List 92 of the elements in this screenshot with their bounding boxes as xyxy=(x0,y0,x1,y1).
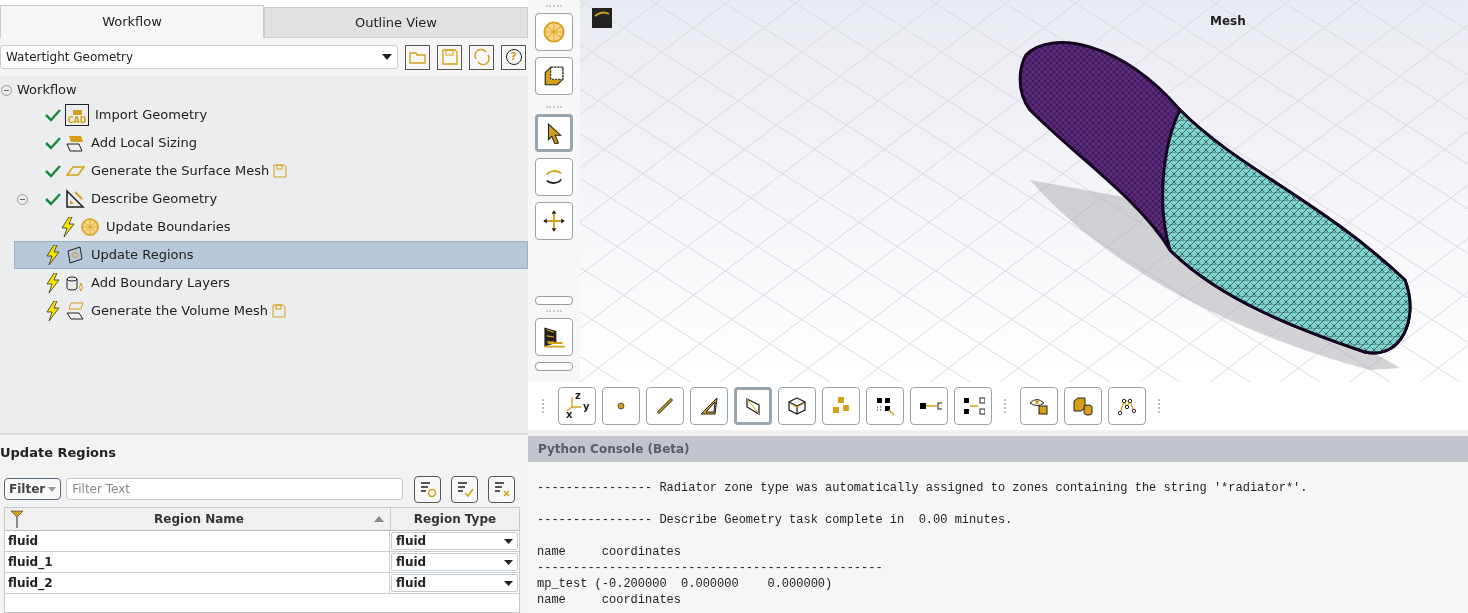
filter-action-button[interactable] xyxy=(414,475,441,503)
tool-button[interactable] xyxy=(1108,387,1146,425)
filter-input-field[interactable]: Filter Text xyxy=(66,478,403,500)
cube-cylinder-icon xyxy=(1073,396,1093,416)
sphere-mesh-icon xyxy=(542,20,566,44)
region-type-dropdown[interactable]: fluid xyxy=(391,574,518,592)
region-type-dropdown[interactable]: fluid xyxy=(391,553,518,571)
tool-button[interactable] xyxy=(535,57,573,95)
console-title: Python Console (Beta) xyxy=(528,436,1468,462)
tool-button[interactable] xyxy=(535,114,573,152)
line-icon xyxy=(655,396,675,416)
tree-item-label: Add Local Sizing xyxy=(91,134,197,153)
tree-item[interactable]: Update Regions xyxy=(14,241,528,269)
tool-button[interactable] xyxy=(690,387,728,425)
tool-button[interactable] xyxy=(778,387,816,425)
caret-icon xyxy=(504,559,513,565)
toolbar-button[interactable] xyxy=(405,44,430,70)
move-arrows-icon xyxy=(542,209,566,233)
tree-item[interactable]: Add Local Sizing xyxy=(14,129,528,157)
cubes-icon xyxy=(831,396,851,416)
table-cell: fluid_1 xyxy=(5,552,390,572)
filter-action-button[interactable] xyxy=(451,475,478,503)
console-line: ---------------- Describe Geometry task complete in 0.00 minutes. xyxy=(537,512,1013,528)
funnel-icon xyxy=(10,510,24,528)
panel-title: Update Regions xyxy=(0,444,117,463)
console-line: ------------------------------------------------ xyxy=(537,560,883,576)
tree-root-label[interactable]: Workflow xyxy=(17,80,77,100)
expand-handle[interactable] xyxy=(535,296,573,305)
cube-wire-icon xyxy=(787,396,807,416)
tree-item[interactable]: CAD Import Geometry xyxy=(14,101,528,129)
viewport-title: Mesh xyxy=(1210,13,1246,30)
caret-icon xyxy=(382,54,392,60)
tree-item-label: Add Boundary Layers xyxy=(91,274,231,293)
toolbar-button[interactable] xyxy=(437,44,462,70)
tab[interactable]: Workflow xyxy=(0,5,264,38)
console-line: ---------------- Radiator zone type was automatically assigned to zones containing the string '*radiator*'. xyxy=(537,480,1308,496)
expand-handle[interactable] xyxy=(535,362,573,371)
tab[interactable]: Outline View xyxy=(264,7,528,38)
tool-button[interactable] xyxy=(535,202,573,240)
axes-triad-icon xyxy=(566,395,582,413)
quad-face-icon xyxy=(743,396,763,416)
toolbar-button[interactable] xyxy=(469,44,494,70)
console-line: mp_test (-0.200000 0.000000 0.000000) xyxy=(537,576,833,592)
tool-button[interactable] xyxy=(910,387,948,425)
tree-item-label: Generate the Surface Mesh xyxy=(91,162,270,181)
table-cell: fluid_2 xyxy=(5,573,390,593)
region-type-dropdown[interactable]: fluid xyxy=(391,532,518,550)
tree-item[interactable]: Describe Geometry xyxy=(14,185,528,213)
tree-item[interactable]: Generate the Volume Mesh xyxy=(14,297,528,325)
tool-button[interactable]: z y x xyxy=(558,387,596,425)
table-cell: fluid xyxy=(5,531,390,551)
cube-icon xyxy=(543,65,565,87)
refresh-icon xyxy=(471,47,492,67)
filter-action-button[interactable] xyxy=(488,475,515,503)
sphere-mesh-icon xyxy=(80,217,100,237)
tree-item[interactable]: Add Boundary Layers xyxy=(14,269,528,297)
eye-visibility-icon xyxy=(1029,396,1049,416)
tree-item[interactable]: Update Boundaries xyxy=(14,213,528,241)
tool-button[interactable] xyxy=(866,387,904,425)
tree-item-label: Update Boundaries xyxy=(106,218,231,237)
triangle-icon xyxy=(699,396,719,416)
tree-item-label: Generate the Volume Mesh xyxy=(91,302,269,321)
axis-label: x xyxy=(566,410,573,420)
mesh-viewport-drawing[interactable] xyxy=(580,0,1468,382)
caret-icon xyxy=(48,486,57,492)
console-line: name coordinates xyxy=(537,544,682,560)
filter-dropdown[interactable]: Filter xyxy=(4,478,62,500)
axis-label: z xyxy=(575,391,581,401)
nodes-arrow-icon xyxy=(961,396,985,416)
workflow-dropdown[interactable]: Watertight Geometry xyxy=(0,45,398,69)
tree-item-label: Describe Geometry xyxy=(91,190,218,209)
stacked-planes-icon xyxy=(542,325,566,349)
boundary-panel-icon xyxy=(65,245,85,265)
sort-ascending-icon xyxy=(374,516,384,522)
caret-icon xyxy=(504,580,513,586)
column-header[interactable]: Region Type xyxy=(391,508,519,530)
tree-item[interactable]: Generate the Surface Mesh xyxy=(14,157,528,185)
layered-grid-icon xyxy=(65,301,85,321)
cad-box-icon: CAD xyxy=(65,104,89,126)
tree-item-label: Import Geometry xyxy=(95,106,208,125)
select-grid-icon xyxy=(875,396,895,416)
polyline-nodes-icon xyxy=(1117,396,1137,416)
grid-layers-icon xyxy=(65,133,85,153)
console-line: name coordinates xyxy=(537,592,682,608)
app-logo-icon xyxy=(592,8,612,28)
cylinder-drop-icon xyxy=(65,273,85,293)
tree-item-label: Update Regions xyxy=(91,246,194,265)
tool-button[interactable] xyxy=(535,318,573,356)
column-header[interactable]: Region Name xyxy=(5,508,391,530)
caret-icon xyxy=(504,538,513,544)
tool-button[interactable] xyxy=(954,387,992,425)
axis-label: y xyxy=(583,402,590,412)
